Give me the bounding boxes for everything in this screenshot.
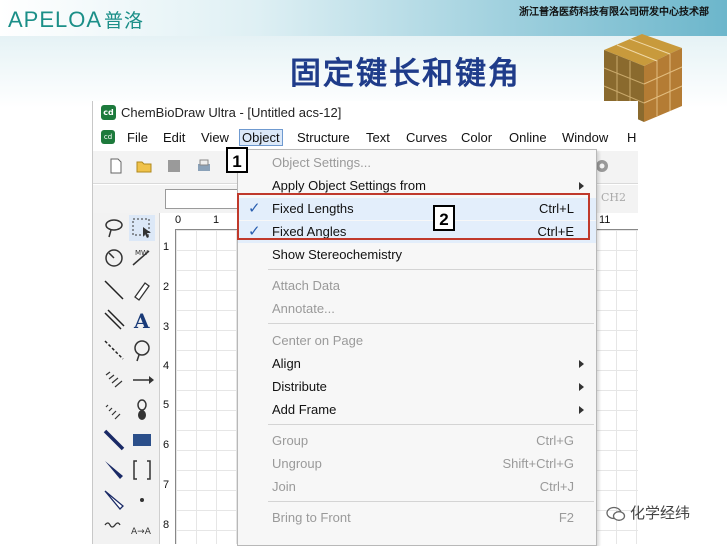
ruler-row-4: 4: [163, 360, 170, 372]
svg-text:A→A: A→A: [131, 527, 152, 537]
menu-separator: [268, 269, 594, 270]
arrow-tool-icon[interactable]: [129, 367, 155, 393]
ruler-row-7: 7: [163, 479, 170, 491]
watermark: 化学经纬: [606, 502, 690, 523]
watermark-text: 化学经纬: [630, 504, 691, 522]
mass-fragmentation-icon[interactable]: MW: [129, 245, 155, 271]
submenu-arrow-icon: [579, 182, 584, 190]
menu-file[interactable]: File: [127, 130, 148, 145]
rectangle-tool-icon[interactable]: [129, 427, 155, 453]
fixed-options-highlight-box: [237, 193, 590, 240]
menu-item-group[interactable]: Group Ctrl+G: [238, 430, 596, 452]
menu-item-show-stereochemistry[interactable]: Show Stereochemistry: [238, 244, 596, 266]
menu-curves[interactable]: Curves: [406, 130, 447, 145]
ruler-row-3: 3: [163, 321, 170, 333]
menu-item-distribute[interactable]: Distribute: [238, 376, 596, 398]
slide-title: 固定键长和键角: [290, 56, 521, 92]
menu-color[interactable]: Color: [461, 130, 492, 145]
dashed-bond-tool-icon[interactable]: [101, 337, 127, 363]
hashed-bond-tool-icon[interactable]: [101, 367, 127, 393]
bracket-tool-icon[interactable]: [129, 457, 155, 483]
menu-help[interactable]: H: [627, 130, 636, 145]
menu-item-align[interactable]: Align: [238, 353, 596, 375]
chemdraw-app-icon: cd: [101, 105, 116, 120]
menu-bar: cd File Edit View Object Structure Text …: [93, 128, 638, 148]
tool-palette: MW A A→A: [93, 213, 160, 544]
menu-item-center-on-page[interactable]: Center on Page: [238, 330, 596, 352]
ruler-row-8: 8: [163, 519, 170, 531]
submenu-arrow-icon: [579, 406, 584, 414]
rotate-tool-icon[interactable]: [101, 245, 127, 271]
ruler-mark-11: 11: [599, 214, 611, 226]
svg-text:A: A: [133, 309, 150, 333]
ruler-row-5: 5: [163, 399, 170, 411]
menu-separator: [268, 501, 594, 502]
ruler-mark-1: 1: [213, 214, 220, 226]
vertical-ruler: 1 2 3 4 5 6 7 8: [161, 229, 176, 544]
bold-bond-tool-icon[interactable]: [101, 427, 127, 453]
hashed-wedge-tool-icon[interactable]: [101, 397, 127, 423]
lasso-tool-icon[interactable]: [101, 215, 127, 241]
ruler-mark-0: 0: [175, 214, 182, 226]
menu-online[interactable]: Online: [509, 130, 547, 145]
company-logo: APELOA 普洛: [8, 6, 144, 33]
ch2-button[interactable]: CH2: [601, 191, 626, 204]
ruler-row-6: 6: [163, 439, 170, 451]
menu-text[interactable]: Text: [366, 130, 390, 145]
hollow-wedge-tool-icon[interactable]: [101, 487, 127, 513]
chemical-symbol-tool-icon[interactable]: [129, 487, 155, 513]
reaction-atom-map-icon[interactable]: A→A: [129, 517, 155, 543]
menu-item-object-settings[interactable]: Object Settings...: [238, 152, 596, 174]
document-menu-icon[interactable]: cd: [101, 130, 115, 144]
menu-object[interactable]: Object: [239, 129, 283, 146]
menu-item-add-frame[interactable]: Add Frame: [238, 399, 596, 421]
double-bond-tool-icon[interactable]: [101, 307, 127, 333]
eraser-tool-icon[interactable]: [129, 277, 155, 303]
pen-tool-icon[interactable]: [129, 337, 155, 363]
menu-item-bring-to-front[interactable]: Bring to Front F2: [238, 507, 596, 529]
window-title: ChemBioDraw Ultra - [Untitled acs-12]: [121, 105, 342, 120]
ruler-row-1: 1: [163, 241, 170, 253]
wavy-bond-tool-icon[interactable]: [101, 517, 127, 543]
logo-latin: APELOA: [8, 7, 103, 32]
save-icon[interactable]: [165, 157, 183, 175]
marquee-tool-icon[interactable]: [129, 215, 155, 241]
menu-window[interactable]: Window: [562, 130, 608, 145]
menu-edit[interactable]: Edit: [163, 130, 185, 145]
orbital-tool-icon[interactable]: [129, 397, 155, 423]
ruler-row-2: 2: [163, 281, 170, 293]
menu-view[interactable]: View: [201, 130, 229, 145]
menu-item-ungroup[interactable]: Ungroup Shift+Ctrl+G: [238, 453, 596, 475]
open-folder-icon[interactable]: [135, 157, 153, 175]
wedge-bond-tool-icon[interactable]: [101, 457, 127, 483]
submenu-arrow-icon: [579, 360, 584, 368]
submenu-arrow-icon: [579, 383, 584, 391]
company-name: 浙江普洛医药科技有限公司研发中心技术部: [519, 7, 709, 18]
menu-item-join[interactable]: Join Ctrl+J: [238, 476, 596, 498]
solid-bond-tool-icon[interactable]: [101, 277, 127, 303]
logo-chinese: 普洛: [104, 10, 145, 32]
menu-separator: [268, 323, 594, 324]
wechat-icon: [606, 506, 626, 521]
window-titlebar: cd ChemBioDraw Ultra - [Untitled acs-12]: [93, 101, 638, 125]
menu-item-annotate[interactable]: Annotate...: [238, 298, 596, 320]
menu-structure[interactable]: Structure: [297, 130, 350, 145]
print-icon[interactable]: [195, 157, 213, 175]
new-document-icon[interactable]: [107, 157, 125, 175]
style-selector-field[interactable]: [165, 189, 247, 209]
menu-item-attach-data[interactable]: Attach Data: [238, 275, 596, 297]
callout-step-2: 2: [433, 205, 455, 231]
text-tool-icon[interactable]: A: [129, 307, 155, 333]
menu-separator: [268, 424, 594, 425]
callout-step-1: 1: [226, 147, 248, 173]
